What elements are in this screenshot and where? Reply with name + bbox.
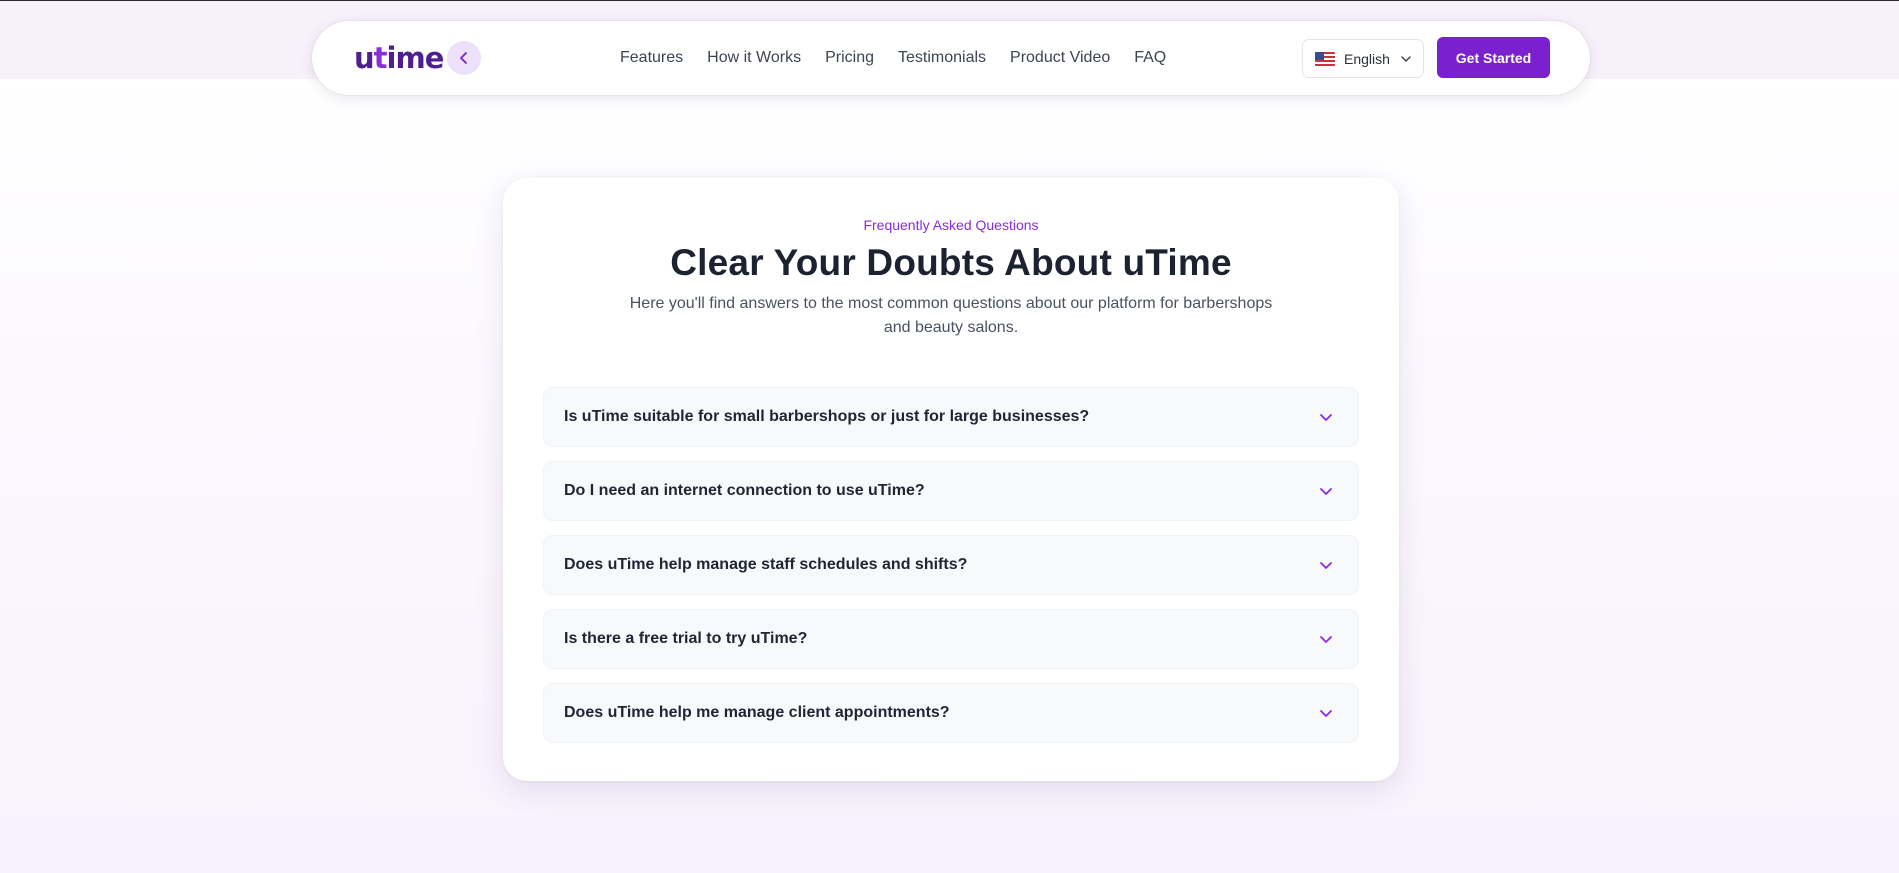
faq-title: Clear Your Doubts About uTime [670, 242, 1232, 283]
navbar: utime Features How it Works Pricing Test… [312, 21, 1590, 95]
faq-item[interactable]: Does uTime help me manage client appoint… [543, 683, 1359, 743]
faq-item[interactable]: Is there a free trial to try uTime? [543, 609, 1359, 669]
nav-link-how-it-works[interactable]: How it Works [707, 49, 801, 67]
faq-item[interactable]: Is uTime suitable for small barbershops … [543, 387, 1359, 447]
faq-item[interactable]: Do I need an internet connection to use … [543, 461, 1359, 521]
logo-letters-ime: ime [386, 41, 445, 75]
faq-question: Is uTime suitable for small barbershops … [564, 408, 1090, 425]
faq-subtitle: Here you'll find answers to the most com… [629, 295, 1273, 336]
logo[interactable]: utime [354, 35, 482, 81]
chevron-left-icon [460, 52, 468, 64]
logo-letter-t: t [373, 41, 388, 75]
chevron-down-icon [1320, 710, 1332, 717]
faq-item[interactable]: Does uTime help manage staff schedules a… [543, 535, 1359, 595]
faq-question: Do I need an internet connection to use … [564, 482, 925, 499]
faq-question: Does uTime help me manage client appoint… [564, 704, 950, 721]
language-label: English [1344, 50, 1390, 67]
chevron-down-icon [1320, 488, 1332, 495]
faq-list: Is uTime suitable for small barbershops … [543, 387, 1359, 757]
chevron-down-icon [1320, 414, 1332, 421]
faq-eyebrow: Frequently Asked Questions [863, 217, 1039, 233]
faq-question: Does uTime help manage staff schedules a… [564, 556, 968, 573]
logo-letter-u: u [354, 41, 375, 75]
chevron-down-icon [1320, 562, 1332, 569]
us-flag-icon [1315, 51, 1335, 66]
language-select[interactable]: English [1302, 39, 1424, 78]
logo-wordmark: utime [354, 41, 445, 75]
nav-links: Features How it Works Pricing Testimonia… [620, 21, 1190, 95]
faq-question: Is there a free trial to try uTime? [564, 630, 808, 647]
chevron-down-icon [1401, 55, 1411, 62]
chevron-down-icon [1320, 636, 1332, 643]
nav-link-features[interactable]: Features [620, 49, 683, 67]
collapse-button[interactable] [447, 41, 482, 75]
faq-card: Frequently Asked Questions Clear Your Do… [503, 178, 1399, 781]
nav-link-pricing[interactable]: Pricing [825, 49, 874, 67]
get-started-button[interactable]: Get Started [1437, 37, 1550, 78]
nav-link-testimonials[interactable]: Testimonials [898, 49, 986, 67]
nav-link-product-video[interactable]: Product Video [1010, 49, 1110, 67]
nav-link-faq[interactable]: FAQ [1134, 49, 1166, 67]
